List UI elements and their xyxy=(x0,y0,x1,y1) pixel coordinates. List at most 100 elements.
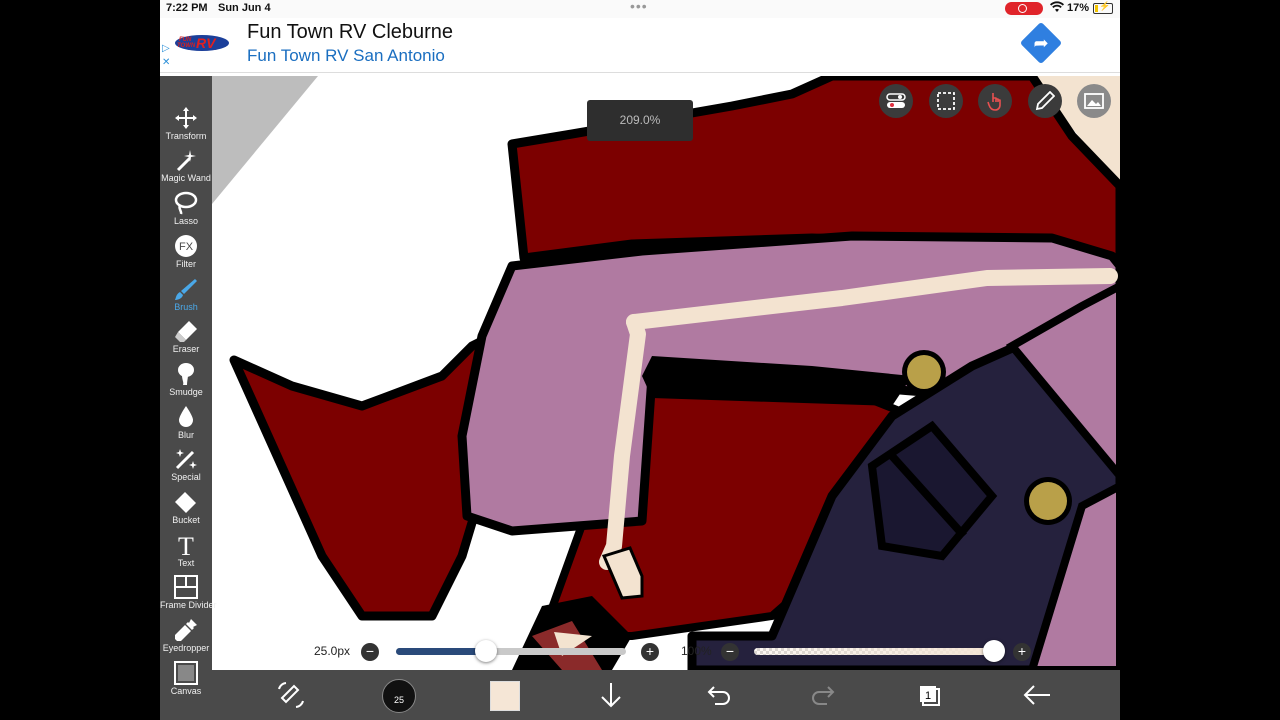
selection-button[interactable] xyxy=(929,84,963,118)
tool-eraser[interactable]: Eraser xyxy=(160,317,212,359)
hand-pointer-icon xyxy=(987,93,1001,111)
tool-label: Eyedropper xyxy=(162,643,210,653)
touch-gesture-button[interactable] xyxy=(978,84,1012,118)
tool-lasso[interactable]: Lasso xyxy=(160,189,212,231)
tool-eyedropper[interactable]: Eyedropper xyxy=(160,616,212,658)
tool-label: Brush xyxy=(174,302,198,312)
funtown-rv-logo: FUN TOWN RV xyxy=(175,35,229,51)
back-arrow-icon xyxy=(1023,685,1050,705)
layers-count: 1 xyxy=(925,690,931,702)
canvas-icon xyxy=(174,661,198,685)
brush-size-slider-handle[interactable] xyxy=(474,640,497,662)
tool-label: Transform xyxy=(165,131,207,141)
status-time: 7:22 PM xyxy=(166,2,208,14)
tool-label: Bucket xyxy=(172,515,200,525)
frame-divider-icon xyxy=(174,575,198,599)
brush-icon xyxy=(175,279,197,300)
lasso-icon xyxy=(174,191,198,215)
tool-label: Text xyxy=(177,558,195,568)
move-icon xyxy=(175,107,197,129)
tool-smudge[interactable]: Smudge xyxy=(160,360,212,402)
opacity-slider[interactable] xyxy=(754,648,994,655)
adchoices-icon[interactable]: ▷ ✕ xyxy=(162,42,170,70)
eraser-icon xyxy=(175,321,197,342)
sparkle-wand-icon xyxy=(175,449,197,470)
screen-recording-icon[interactable] xyxy=(1005,2,1043,15)
brush-size-slider[interactable] xyxy=(396,648,626,655)
tool-filter[interactable]: FX Filter xyxy=(160,232,212,274)
opacity-value: 100% xyxy=(681,644,712,658)
pen-settings-button[interactable] xyxy=(1028,84,1062,118)
save-download-button[interactable] xyxy=(594,678,628,712)
ad-banner[interactable]: ▷ ✕ FUN TOWN RV Fun Town RV Cleburne Fun … xyxy=(160,18,1120,73)
tool-transform[interactable]: Transform xyxy=(160,104,212,146)
redo-button[interactable] xyxy=(807,678,841,712)
battery-icon xyxy=(1093,1,1113,14)
svg-text:FX: FX xyxy=(179,241,194,253)
tool-canvas[interactable]: Canvas xyxy=(160,659,212,701)
text-icon: T xyxy=(178,533,194,557)
wifi-icon xyxy=(1050,1,1064,16)
opacity-increase-button[interactable]: + xyxy=(1013,643,1031,661)
tool-panel: Transform Magic Wand Lasso FX Filter Bru… xyxy=(160,76,217,720)
tool-frame-divider[interactable]: Frame Divider xyxy=(160,573,217,615)
tool-label: Lasso xyxy=(173,216,199,226)
bucket-icon xyxy=(175,492,196,513)
color-picker-button[interactable] xyxy=(490,681,520,711)
brush-size-decrease-button[interactable]: − xyxy=(361,643,379,661)
tool-label: Eraser xyxy=(172,344,200,354)
status-date: Sun Jun 4 xyxy=(218,2,271,14)
image-icon xyxy=(1084,93,1104,109)
bottom-toolbar: 25 1 xyxy=(212,670,1120,720)
tool-label: Magic Wand xyxy=(161,173,211,183)
svg-text:T: T xyxy=(178,533,194,557)
droplet-icon xyxy=(179,406,193,427)
battery-percent: 17% xyxy=(1067,2,1090,14)
down-arrow-icon xyxy=(601,683,621,708)
tool-label: Special xyxy=(171,472,201,482)
status-bar: 7:22 PM Sun Jun 4 ••• 17% xyxy=(160,0,1120,18)
quick-menu-button[interactable] xyxy=(274,678,308,712)
brush-size-increase-button[interactable]: + xyxy=(641,643,659,661)
brush-size-value: 25.0px xyxy=(314,644,351,658)
opacity-slider-handle[interactable] xyxy=(983,640,1005,662)
tool-label: Canvas xyxy=(170,686,202,696)
tool-magic-wand[interactable]: Magic Wand xyxy=(160,146,212,188)
ad-subtitle[interactable]: Fun Town RV San Antonio xyxy=(247,46,445,66)
toggle-switch-icon xyxy=(886,93,906,108)
toggle-settings-button[interactable] xyxy=(879,84,913,118)
tool-label: Smudge xyxy=(169,387,203,397)
zoom-level-badge: 209.0% xyxy=(587,100,693,141)
tool-label: Blur xyxy=(177,430,194,440)
svg-text:RV: RV xyxy=(196,35,217,51)
undo-button[interactable] xyxy=(701,678,735,712)
pencil-icon xyxy=(1035,91,1055,111)
swap-tools-icon xyxy=(278,682,304,708)
tool-blur[interactable]: Blur xyxy=(160,403,212,445)
turn-right-arrow-icon: ➦ xyxy=(1033,33,1049,53)
opacity-fill xyxy=(754,648,994,655)
eyedropper-icon xyxy=(175,619,197,641)
tool-label: Frame Divider xyxy=(160,600,217,610)
tool-text[interactable]: T Text xyxy=(160,531,212,573)
layers-button[interactable]: 1 xyxy=(914,678,948,712)
dashed-selection-icon xyxy=(937,92,955,110)
magic-wand-icon xyxy=(176,150,196,172)
tool-brush[interactable]: Brush xyxy=(160,275,212,317)
svg-text:TOWN: TOWN xyxy=(177,43,196,49)
reference-image-button[interactable] xyxy=(1077,84,1111,118)
brush-size-fill xyxy=(396,648,486,655)
opacity-decrease-button[interactable]: − xyxy=(721,643,739,661)
drawing-canvas[interactable] xyxy=(212,76,1120,670)
back-button[interactable] xyxy=(1020,678,1054,712)
multitasking-dots-icon[interactable]: ••• xyxy=(630,0,648,14)
ipad-screen: 7:22 PM Sun Jun 4 ••• 17% ▷✕ FUN TOWN RV… xyxy=(160,0,1120,720)
redo-icon xyxy=(812,686,835,705)
undo-icon xyxy=(707,686,730,705)
brush-size-preview-button[interactable]: 25 xyxy=(382,679,416,713)
tool-label: Filter xyxy=(176,259,196,269)
tool-special[interactable]: Special xyxy=(160,445,212,487)
ad-title[interactable]: Fun Town RV Cleburne xyxy=(247,21,453,44)
tool-bucket[interactable]: Bucket xyxy=(160,488,212,530)
layers-icon: 1 xyxy=(920,686,940,706)
